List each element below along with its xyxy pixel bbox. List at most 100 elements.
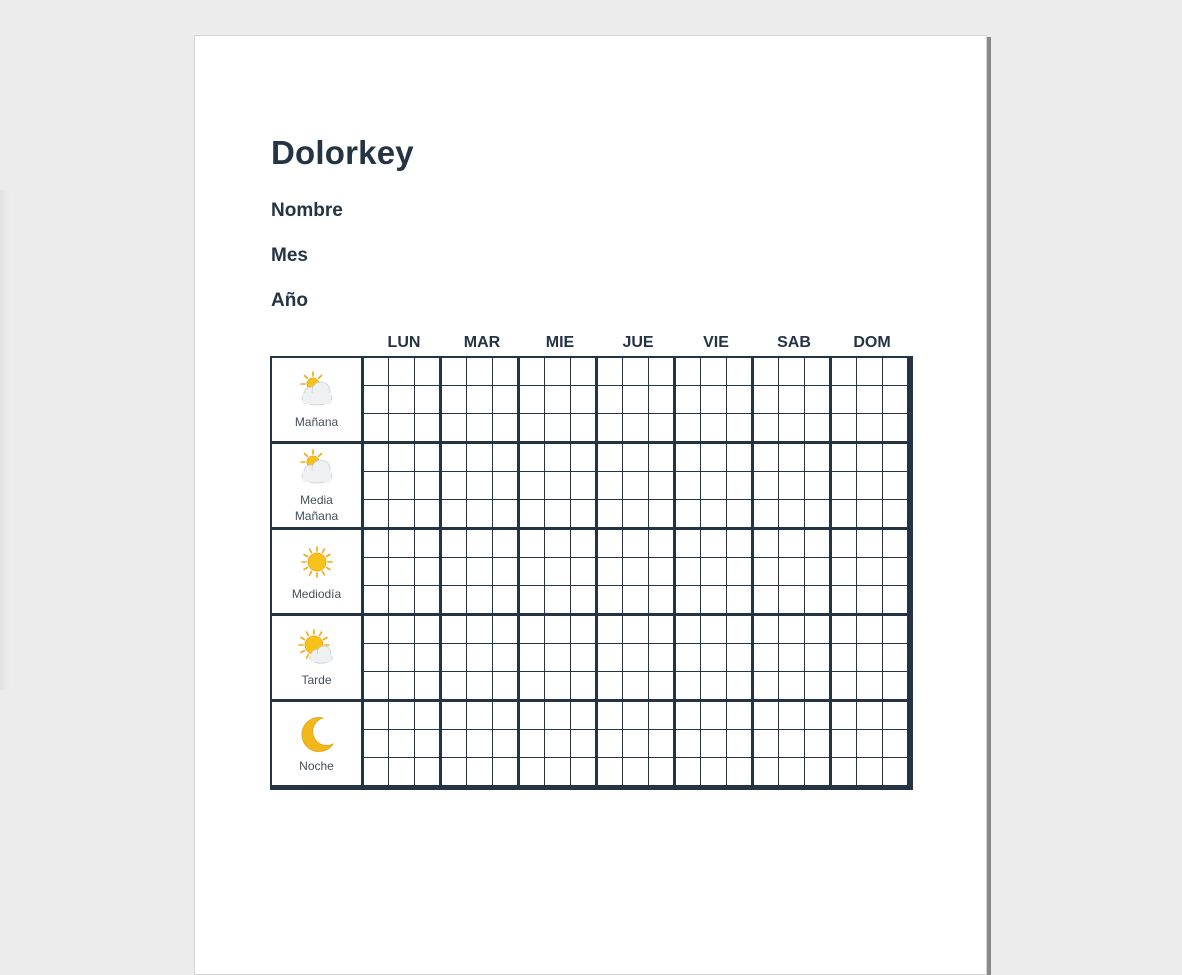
day-period-block	[364, 702, 439, 785]
grid-cell	[364, 616, 389, 643]
grid-cell	[467, 558, 492, 585]
grid-cell	[389, 358, 414, 385]
grid-cell	[804, 758, 829, 785]
grid-cell	[676, 500, 701, 527]
grid-cell	[832, 758, 857, 785]
grid-cell	[570, 530, 595, 557]
grid-cell	[754, 472, 779, 499]
grid-cell	[570, 500, 595, 527]
day-period-block	[442, 702, 517, 785]
weekday-label: MIE	[545, 334, 575, 351]
grid-cell	[598, 472, 623, 499]
grid-cell	[857, 472, 882, 499]
grid-cell	[779, 414, 804, 441]
grid-cell	[389, 472, 414, 499]
grid-cell	[882, 586, 907, 613]
grid-cell	[832, 358, 857, 385]
period-label-cell: Tarde	[272, 616, 361, 699]
grid-cell	[389, 530, 414, 557]
grid-cell	[467, 358, 492, 385]
grid-cell	[754, 702, 779, 729]
grid-cell	[492, 444, 517, 471]
grid-cell	[857, 358, 882, 385]
grid-cell	[804, 386, 829, 413]
grid-cell	[598, 644, 623, 671]
grid-cell	[598, 672, 623, 699]
grid-cell	[623, 758, 648, 785]
grid-cell	[414, 500, 439, 527]
grid-cell	[701, 758, 726, 785]
day-period-block	[754, 530, 829, 613]
grid-cell	[726, 386, 751, 413]
period-label-cell: Mañana	[272, 358, 361, 441]
month-field-label: Mes	[271, 245, 308, 266]
grid-cell	[648, 500, 673, 527]
grid-cell	[492, 358, 517, 385]
grid-cell	[442, 472, 467, 499]
grid-cell	[520, 358, 545, 385]
grid-cell	[492, 472, 517, 499]
grid-cell	[882, 758, 907, 785]
day-period-block	[364, 444, 439, 527]
day-period-block	[598, 444, 673, 527]
grid-cell	[779, 386, 804, 413]
grid-cell	[857, 500, 882, 527]
grid-cell	[364, 558, 389, 585]
grid-cell	[832, 386, 857, 413]
grid-cell	[754, 386, 779, 413]
grid-cell	[492, 644, 517, 671]
grid-cell	[857, 702, 882, 729]
grid-cell	[442, 414, 467, 441]
grid-cell	[598, 730, 623, 757]
grid-cell	[676, 758, 701, 785]
grid-cell	[520, 730, 545, 757]
grid-cell	[570, 586, 595, 613]
grid-cell	[545, 644, 570, 671]
grid-cell	[389, 558, 414, 585]
grid-cell	[701, 358, 726, 385]
grid-cell	[364, 586, 389, 613]
grid-cell	[623, 444, 648, 471]
grid-cell	[832, 702, 857, 729]
grid-cell	[701, 644, 726, 671]
grid-cell	[570, 444, 595, 471]
grid-cell	[623, 616, 648, 643]
grid-cell	[832, 616, 857, 643]
grid-cell	[648, 644, 673, 671]
grid-cell	[545, 386, 570, 413]
grid-cell	[520, 758, 545, 785]
grid-cell	[364, 702, 389, 729]
grid-cell	[779, 644, 804, 671]
grid-cell	[364, 644, 389, 671]
day-period-block	[598, 358, 673, 441]
grid-cell	[882, 702, 907, 729]
grid-cell	[857, 672, 882, 699]
grid-cell	[492, 500, 517, 527]
grid-cell	[545, 586, 570, 613]
grid-cell	[492, 558, 517, 585]
grid-cell	[414, 702, 439, 729]
grid-cell	[492, 702, 517, 729]
weekday-label: MAR	[463, 334, 501, 351]
grid-cell	[520, 558, 545, 585]
grid-cell	[545, 530, 570, 557]
grid-cell	[676, 730, 701, 757]
grid-cell	[414, 616, 439, 643]
grid-cell	[389, 444, 414, 471]
grid-cell	[623, 702, 648, 729]
grid-cell	[598, 702, 623, 729]
grid-cell	[754, 644, 779, 671]
grid-cell	[701, 386, 726, 413]
grid-cell	[779, 730, 804, 757]
weekday-header: LUN MAR MIE JUE VIE SAB DOM	[365, 334, 913, 352]
grid-cell	[726, 730, 751, 757]
grid-cell	[467, 472, 492, 499]
grid-cell	[832, 644, 857, 671]
grid-cell	[364, 500, 389, 527]
period-label-cell: Media Mañana	[272, 444, 361, 527]
grid-cell	[754, 672, 779, 699]
grid-cell	[648, 586, 673, 613]
day-period-block	[520, 616, 595, 699]
grid-cell	[364, 472, 389, 499]
grid-cell	[726, 558, 751, 585]
